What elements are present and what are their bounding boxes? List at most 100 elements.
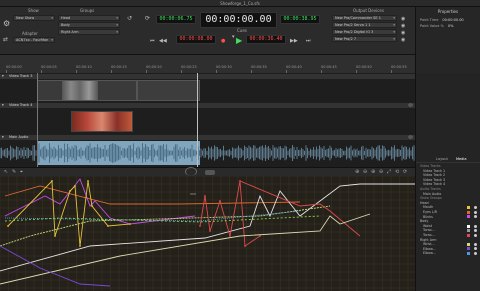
fit-icon[interactable]: ⤢ xyxy=(387,169,391,175)
undo-curve-icon[interactable]: ⟲ xyxy=(395,169,399,175)
keyframe-point[interactable] xyxy=(244,245,246,247)
skip-start-icon[interactable]: ⏮ xyxy=(150,37,155,45)
video-clip-track-3[interactable] xyxy=(37,80,137,101)
time-out-display: 00:00:38.95 xyxy=(280,15,320,24)
output-device-1-toggle-icon[interactable]: ◉ xyxy=(401,16,405,22)
channel-color-swatch[interactable] xyxy=(467,252,470,256)
visibility-icon[interactable] xyxy=(474,242,477,246)
channel-color-swatch[interactable] xyxy=(467,242,470,246)
keyframe-point[interactable] xyxy=(69,190,71,192)
playhead-marker[interactable] xyxy=(197,73,198,167)
group-select-right-arm[interactable]: Right Arm xyxy=(58,29,120,35)
group-select-head[interactable]: Head xyxy=(58,15,120,21)
tab-media[interactable]: Media xyxy=(456,155,467,163)
group-select-body[interactable]: Body xyxy=(58,22,120,28)
keyframe-point[interactable] xyxy=(209,230,211,232)
rewind-icon[interactable]: ◀◀ xyxy=(159,37,171,45)
record-icon[interactable]: ● xyxy=(221,37,225,45)
zoom-out-icon[interactable]: ⊖ xyxy=(363,169,367,175)
curve-mode-icon[interactable] xyxy=(185,167,197,176)
cues-label: Cues xyxy=(237,28,247,33)
track-options-icon[interactable] xyxy=(408,135,413,139)
keyframe-point[interactable] xyxy=(129,223,131,225)
redo-curve-icon[interactable]: ⟳ xyxy=(403,169,407,175)
keyframe-point[interactable] xyxy=(91,205,93,207)
point-time-value[interactable]: 00:00:00.00 xyxy=(442,18,463,22)
ruler-tick-label: 00:00:25 xyxy=(181,65,197,69)
output-device-4-toggle-icon[interactable]: ◉ xyxy=(401,37,405,43)
collapse-caret-icon[interactable]: ▾ xyxy=(2,74,4,79)
keyframe-point[interactable] xyxy=(204,195,206,197)
channel-item[interactable]: Elbow... xyxy=(420,251,480,256)
output-device-4[interactable]: New Pro/2 7 xyxy=(332,36,397,42)
keyframe-point[interactable] xyxy=(229,235,231,237)
fast-forward-icon[interactable]: ▶▶ xyxy=(290,37,302,45)
sync-icon[interactable]: ⟳ xyxy=(145,16,150,22)
arrow-icon[interactable]: ↖ xyxy=(4,169,8,175)
visibility-icon[interactable] xyxy=(474,233,477,237)
audio-waveform[interactable] xyxy=(0,141,415,165)
output-device-2-toggle-icon[interactable]: ◉ xyxy=(401,23,405,29)
channel-label: Elbow... xyxy=(423,251,436,256)
channel-color-swatch[interactable] xyxy=(467,233,470,237)
zoom-out-v-icon[interactable]: ⊖ xyxy=(379,169,383,175)
pencil-icon[interactable]: ✎ xyxy=(12,169,16,175)
channel-color-swatch[interactable] xyxy=(467,247,470,251)
keyframe-point[interactable] xyxy=(107,225,109,227)
output-device-1[interactable]: New Pro/Commander SE 1 xyxy=(332,15,397,21)
video-clip-track-4[interactable] xyxy=(71,111,133,132)
point-value-label: Point Value % xyxy=(420,24,444,28)
keyframe-point[interactable] xyxy=(259,235,261,237)
channel-label: Torso... xyxy=(423,232,435,237)
adapter-select[interactable]: ACN7xx - FourMan xyxy=(13,37,55,43)
crosshair-icon[interactable]: ⌖ xyxy=(20,169,23,175)
channel-color-swatch[interactable] xyxy=(467,210,470,214)
visibility-icon[interactable] xyxy=(474,247,477,251)
channel-color-swatch[interactable] xyxy=(467,206,470,210)
properties-title: Properties xyxy=(437,9,459,14)
mark-in-display: 00:00:08.00 xyxy=(176,35,216,44)
visibility-icon[interactable] xyxy=(474,229,477,233)
snap-toggle[interactable] xyxy=(205,170,215,175)
zoom-in-icon[interactable]: ⊕ xyxy=(355,169,359,175)
visibility-icon[interactable] xyxy=(474,252,477,256)
visibility-icon[interactable] xyxy=(474,206,477,210)
collapse-caret-icon[interactable]: ▾ xyxy=(2,135,4,140)
keyframe-point[interactable] xyxy=(219,200,221,202)
output-device-3-toggle-icon[interactable]: ◉ xyxy=(401,30,405,36)
channel-color-swatch[interactable] xyxy=(467,224,470,228)
output-device-2[interactable]: New Pro/2 Servo 1 1 xyxy=(332,22,397,28)
track-header-main-audio[interactable]: ▾ Main Audio xyxy=(0,135,415,140)
keyframe-point[interactable] xyxy=(51,180,53,182)
track-options-icon[interactable] xyxy=(408,103,413,107)
output-device-3[interactable]: New Pro/2 Digital IO 3 xyxy=(332,29,397,35)
channel-color-swatch[interactable] xyxy=(467,215,470,219)
tab-layout[interactable]: Layout xyxy=(436,155,448,163)
video-clip-track-3b[interactable] xyxy=(137,80,200,101)
gear-icon[interactable]: ⚙ xyxy=(3,20,11,28)
mark-in-marker[interactable] xyxy=(37,73,38,167)
play-icon[interactable]: ▶ xyxy=(236,37,242,45)
keyframe-point[interactable] xyxy=(74,185,76,187)
keyframe-point[interactable] xyxy=(87,180,89,182)
visibility-icon[interactable] xyxy=(474,210,477,214)
channel-color-swatch[interactable] xyxy=(467,229,470,233)
collapse-caret-icon[interactable]: ▾ xyxy=(2,103,4,108)
skip-end-icon[interactable]: ⏭ xyxy=(306,37,311,45)
track-header-video-4[interactable]: ▾ Video Track 4 xyxy=(0,103,415,108)
point-value-value[interactable]: 0% xyxy=(448,24,454,28)
cue-marker-icon[interactable]: ▾ xyxy=(232,34,235,40)
keyframe-point[interactable] xyxy=(79,245,81,247)
keyframe-point[interactable] xyxy=(7,225,9,227)
visibility-icon[interactable] xyxy=(474,224,477,228)
undo-icon[interactable]: ↺ xyxy=(127,16,132,22)
timeline-ruler[interactable]: 00:00:00 00:00:05 00:00:10 00:00:15 00:00:20… xyxy=(0,54,415,74)
adapter-icon[interactable]: ⇄ xyxy=(3,37,8,43)
visibility-icon[interactable] xyxy=(474,215,477,219)
keyframe-point[interactable] xyxy=(199,225,201,227)
zoom-in-v-icon[interactable]: ⊕ xyxy=(371,169,375,175)
show-select[interactable]: New Show xyxy=(13,15,55,21)
animation-curve-editor[interactable] xyxy=(0,176,415,291)
track-header-video-3[interactable]: ▾ Video Track 3 xyxy=(0,74,415,79)
keyframe-point[interactable] xyxy=(54,235,56,237)
